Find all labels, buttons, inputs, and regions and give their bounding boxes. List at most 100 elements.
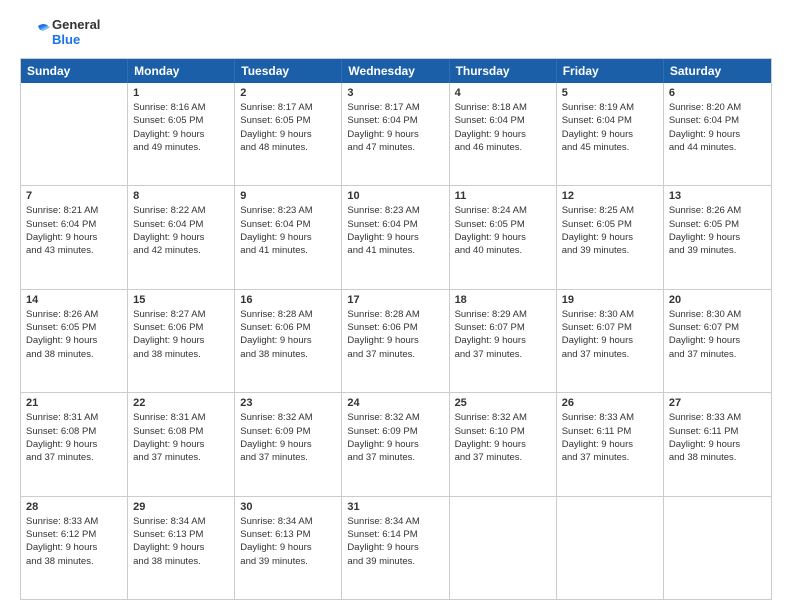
sunrise-text: Sunrise: 8:18 AM — [455, 101, 551, 114]
daylight-line2: and 39 minutes. — [240, 555, 336, 568]
daylight-line1: Daylight: 9 hours — [455, 438, 551, 451]
calendar-cell: 4Sunrise: 8:18 AMSunset: 6:04 PMDaylight… — [450, 83, 557, 185]
day-number: 2 — [240, 87, 336, 99]
daylight-line1: Daylight: 9 hours — [455, 128, 551, 141]
calendar-cell: 22Sunrise: 8:31 AMSunset: 6:08 PMDayligh… — [128, 393, 235, 495]
logo-line1: General — [52, 18, 100, 33]
daylight-line1: Daylight: 9 hours — [240, 128, 336, 141]
calendar-header: SundayMondayTuesdayWednesdayThursdayFrid… — [21, 59, 771, 83]
day-number: 10 — [347, 190, 443, 202]
daylight-line1: Daylight: 9 hours — [669, 438, 766, 451]
sunrise-text: Sunrise: 8:33 AM — [669, 411, 766, 424]
daylight-line1: Daylight: 9 hours — [133, 334, 229, 347]
sunset-text: Sunset: 6:07 PM — [455, 321, 551, 334]
sunrise-text: Sunrise: 8:32 AM — [240, 411, 336, 424]
daylight-line2: and 37 minutes. — [133, 451, 229, 464]
sunrise-text: Sunrise: 8:21 AM — [26, 204, 122, 217]
daylight-line2: and 40 minutes. — [455, 244, 551, 257]
day-of-week-header: Tuesday — [235, 59, 342, 83]
day-number: 17 — [347, 294, 443, 306]
daylight-line1: Daylight: 9 hours — [240, 438, 336, 451]
sunrise-text: Sunrise: 8:23 AM — [347, 204, 443, 217]
daylight-line2: and 41 minutes. — [347, 244, 443, 257]
day-number: 4 — [455, 87, 551, 99]
calendar-cell: 26Sunrise: 8:33 AMSunset: 6:11 PMDayligh… — [557, 393, 664, 495]
daylight-line2: and 39 minutes. — [562, 244, 658, 257]
sunrise-text: Sunrise: 8:20 AM — [669, 101, 766, 114]
sunrise-text: Sunrise: 8:30 AM — [562, 308, 658, 321]
daylight-line2: and 48 minutes. — [240, 141, 336, 154]
daylight-line2: and 41 minutes. — [240, 244, 336, 257]
daylight-line2: and 37 minutes. — [455, 348, 551, 361]
daylight-line2: and 37 minutes. — [240, 451, 336, 464]
calendar-week-row: 14Sunrise: 8:26 AMSunset: 6:05 PMDayligh… — [21, 290, 771, 393]
calendar: SundayMondayTuesdayWednesdayThursdayFrid… — [20, 58, 772, 600]
daylight-line1: Daylight: 9 hours — [133, 128, 229, 141]
daylight-line2: and 37 minutes. — [347, 451, 443, 464]
daylight-line1: Daylight: 9 hours — [669, 128, 766, 141]
day-of-week-header: Monday — [128, 59, 235, 83]
calendar-cell: 25Sunrise: 8:32 AMSunset: 6:10 PMDayligh… — [450, 393, 557, 495]
daylight-line1: Daylight: 9 hours — [26, 541, 122, 554]
day-number: 8 — [133, 190, 229, 202]
sunset-text: Sunset: 6:11 PM — [669, 425, 766, 438]
sunset-text: Sunset: 6:04 PM — [562, 114, 658, 127]
sunrise-text: Sunrise: 8:28 AM — [240, 308, 336, 321]
daylight-line1: Daylight: 9 hours — [669, 231, 766, 244]
daylight-line2: and 42 minutes. — [133, 244, 229, 257]
daylight-line1: Daylight: 9 hours — [26, 231, 122, 244]
calendar-week-row: 7Sunrise: 8:21 AMSunset: 6:04 PMDaylight… — [21, 186, 771, 289]
daylight-line1: Daylight: 9 hours — [669, 334, 766, 347]
daylight-line1: Daylight: 9 hours — [240, 334, 336, 347]
daylight-line1: Daylight: 9 hours — [133, 231, 229, 244]
day-number: 7 — [26, 190, 122, 202]
sunset-text: Sunset: 6:08 PM — [133, 425, 229, 438]
daylight-line2: and 37 minutes. — [347, 348, 443, 361]
daylight-line1: Daylight: 9 hours — [26, 334, 122, 347]
sunset-text: Sunset: 6:08 PM — [26, 425, 122, 438]
day-of-week-header: Saturday — [664, 59, 771, 83]
day-number: 13 — [669, 190, 766, 202]
sunset-text: Sunset: 6:06 PM — [240, 321, 336, 334]
daylight-line2: and 49 minutes. — [133, 141, 229, 154]
sunset-text: Sunset: 6:06 PM — [347, 321, 443, 334]
sunset-text: Sunset: 6:04 PM — [133, 218, 229, 231]
daylight-line2: and 39 minutes. — [347, 555, 443, 568]
calendar-body: 1Sunrise: 8:16 AMSunset: 6:05 PMDaylight… — [21, 83, 771, 599]
day-number: 21 — [26, 397, 122, 409]
header: General Blue — [20, 18, 772, 48]
daylight-line2: and 38 minutes. — [133, 555, 229, 568]
day-number: 1 — [133, 87, 229, 99]
daylight-line2: and 44 minutes. — [669, 141, 766, 154]
day-number: 20 — [669, 294, 766, 306]
daylight-line2: and 37 minutes. — [562, 451, 658, 464]
calendar-cell: 3Sunrise: 8:17 AMSunset: 6:04 PMDaylight… — [342, 83, 449, 185]
sunrise-text: Sunrise: 8:32 AM — [455, 411, 551, 424]
daylight-line2: and 37 minutes. — [455, 451, 551, 464]
sunset-text: Sunset: 6:09 PM — [347, 425, 443, 438]
daylight-line1: Daylight: 9 hours — [562, 334, 658, 347]
sunrise-text: Sunrise: 8:17 AM — [347, 101, 443, 114]
sunrise-text: Sunrise: 8:34 AM — [240, 515, 336, 528]
sunrise-text: Sunrise: 8:28 AM — [347, 308, 443, 321]
sunset-text: Sunset: 6:04 PM — [347, 218, 443, 231]
sunset-text: Sunset: 6:06 PM — [133, 321, 229, 334]
sunrise-text: Sunrise: 8:25 AM — [562, 204, 658, 217]
calendar-cell: 30Sunrise: 8:34 AMSunset: 6:13 PMDayligh… — [235, 497, 342, 599]
sunrise-text: Sunrise: 8:27 AM — [133, 308, 229, 321]
day-number: 25 — [455, 397, 551, 409]
daylight-line2: and 37 minutes. — [562, 348, 658, 361]
day-number: 28 — [26, 501, 122, 513]
sunset-text: Sunset: 6:07 PM — [669, 321, 766, 334]
sunset-text: Sunset: 6:13 PM — [240, 528, 336, 541]
calendar-cell: 13Sunrise: 8:26 AMSunset: 6:05 PMDayligh… — [664, 186, 771, 288]
sunset-text: Sunset: 6:05 PM — [455, 218, 551, 231]
daylight-line2: and 46 minutes. — [455, 141, 551, 154]
calendar-cell: 15Sunrise: 8:27 AMSunset: 6:06 PMDayligh… — [128, 290, 235, 392]
sunrise-text: Sunrise: 8:26 AM — [669, 204, 766, 217]
day-number: 27 — [669, 397, 766, 409]
page: General Blue SundayMondayTuesdayWednesda… — [0, 0, 792, 612]
sunrise-text: Sunrise: 8:29 AM — [455, 308, 551, 321]
daylight-line2: and 38 minutes. — [133, 348, 229, 361]
sunrise-text: Sunrise: 8:32 AM — [347, 411, 443, 424]
